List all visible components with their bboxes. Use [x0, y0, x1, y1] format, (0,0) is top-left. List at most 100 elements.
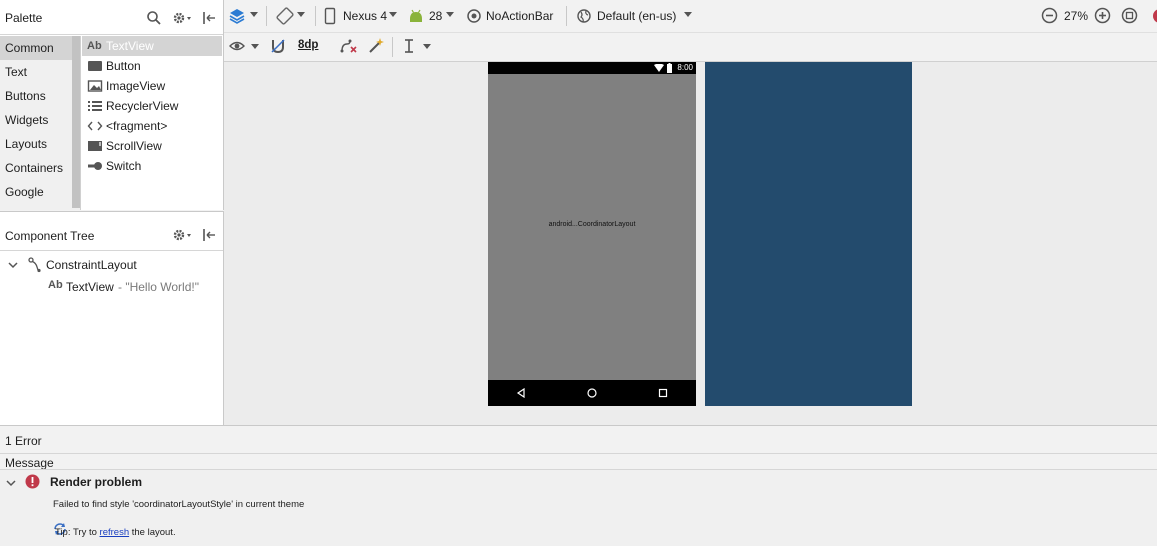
wifi-icon — [654, 64, 664, 72]
issues-panel: 1 Error Message Render problem Failed to… — [0, 425, 1157, 546]
toolbar-separator — [266, 6, 267, 26]
list-icon — [87, 99, 103, 113]
toolbar-separator — [315, 6, 316, 26]
tree-node-label: ConstraintLayout — [46, 258, 137, 272]
tree-node-constraintlayout[interactable]: ConstraintLayout — [0, 255, 222, 275]
palette-widget-list: Ab TextView Button ImageView RecyclerVie… — [82, 36, 222, 210]
component-tree-header: Component Tree — [0, 211, 223, 251]
caret-down-icon[interactable] — [389, 12, 397, 18]
palette-panel: Palette Common Text Buttons Widgets Layo… — [0, 0, 224, 210]
widget-recyclerview[interactable]: RecyclerView — [82, 96, 222, 116]
error-row[interactable]: Render problem Failed to find style 'coo… — [0, 469, 1157, 546]
home-icon — [587, 388, 597, 398]
palette-category-list: Common Text Buttons Widgets Layouts Cont… — [0, 36, 81, 210]
zoom-level: 27% — [1064, 9, 1089, 23]
tip-suffix: the layout. — [129, 527, 176, 538]
widget-switch[interactable]: Switch — [82, 156, 222, 176]
caret-down-icon[interactable] — [297, 12, 305, 18]
battery-icon — [667, 63, 672, 73]
tree-node-detail: - "Hello World!" — [118, 280, 199, 294]
tree-node-label: TextView — [66, 280, 114, 294]
text-baseline-icon[interactable] — [403, 38, 415, 54]
magnet-off-icon[interactable] — [270, 38, 286, 54]
refresh-link[interactable]: refresh — [100, 527, 130, 538]
palette-header: Palette — [0, 0, 223, 35]
widget-button[interactable]: Button — [82, 56, 222, 76]
button-icon — [87, 59, 103, 73]
category-common[interactable]: Common — [0, 36, 80, 60]
hide-panel-icon[interactable] — [201, 227, 217, 243]
caret-down-icon[interactable] — [684, 12, 692, 18]
clear-constraints-icon[interactable] — [340, 38, 358, 54]
zoom-out-icon[interactable] — [1041, 7, 1058, 24]
preview-layout-text: android...CoordinatorLayout — [548, 221, 636, 228]
device-preview[interactable]: 8:00 android...CoordinatorLayout — [488, 62, 696, 406]
device-icon[interactable] — [324, 7, 336, 25]
api-level-selector[interactable]: 28 — [429, 9, 442, 23]
caret-down-icon[interactable] — [423, 44, 431, 50]
error-title: Render problem — [50, 475, 143, 489]
eye-icon[interactable] — [229, 39, 245, 53]
code-icon — [87, 119, 103, 133]
toolbar-separator — [392, 37, 393, 57]
constraint-toolbar: 8dp — [224, 33, 1157, 62]
widget-scrollview[interactable]: ScrollView — [82, 136, 222, 156]
ab-icon: Ab — [87, 40, 102, 52]
theme-icon[interactable] — [466, 8, 482, 24]
tree-node-textview[interactable]: Ab TextView - "Hello World!" — [0, 276, 222, 296]
category-google[interactable]: Google — [0, 180, 80, 204]
caret-down-icon[interactable] — [251, 44, 259, 50]
toolbar-separator — [566, 6, 567, 26]
phone-clock: 8:00 — [677, 63, 693, 72]
widget-label: Switch — [106, 159, 142, 173]
error-icon — [25, 474, 40, 489]
error-indicator-icon[interactable] — [1152, 8, 1157, 24]
image-icon — [87, 79, 103, 93]
back-icon — [516, 388, 526, 398]
caret-down-icon[interactable] — [250, 12, 258, 18]
gear-icon[interactable] — [172, 10, 192, 26]
caret-down-icon[interactable] — [446, 12, 454, 18]
gear-icon[interactable] — [172, 227, 192, 243]
category-layouts[interactable]: Layouts — [0, 132, 80, 156]
blueprint-preview[interactable] — [705, 62, 912, 406]
widget-label: RecyclerView — [106, 99, 179, 113]
chevron-down-icon[interactable] — [7, 259, 19, 271]
widget-fragment[interactable]: <fragment> — [82, 116, 222, 136]
android-icon[interactable] — [408, 9, 424, 23]
widget-label: TextView — [106, 39, 154, 53]
scrollview-icon — [87, 139, 103, 153]
zoom-fit-icon[interactable] — [1121, 7, 1138, 24]
component-tree-title: Component Tree — [5, 229, 95, 243]
widget-label: ImageView — [106, 79, 166, 93]
device-selector[interactable]: Nexus 4 — [343, 9, 387, 23]
hide-panel-icon[interactable] — [201, 10, 217, 26]
globe-icon[interactable] — [576, 8, 592, 24]
magic-wand-icon[interactable] — [367, 37, 385, 55]
chevron-down-icon[interactable] — [5, 477, 17, 489]
category-buttons[interactable]: Buttons — [0, 84, 80, 108]
layers-icon[interactable] — [228, 7, 246, 25]
switch-icon — [87, 159, 103, 173]
orientation-icon[interactable] — [276, 7, 294, 25]
tip-prefix: Tip: Try to — [55, 527, 100, 538]
zoom-in-icon[interactable] — [1094, 7, 1111, 24]
widget-label: <fragment> — [106, 119, 168, 133]
category-widgets[interactable]: Widgets — [0, 108, 80, 132]
widget-imageview[interactable]: ImageView — [82, 76, 222, 96]
widget-label: Button — [106, 59, 141, 73]
design-toolbar: Nexus 4 28 NoActionBar Default (en-us) 2… — [224, 0, 1157, 33]
component-tree-panel: Component Tree ConstraintLayout Ab TextV… — [0, 211, 224, 425]
theme-selector[interactable]: NoActionBar — [486, 9, 553, 23]
locale-selector[interactable]: Default (en-us) — [597, 9, 676, 23]
design-canvas[interactable]: 8:00 android...CoordinatorLayout — [224, 62, 1157, 425]
search-icon[interactable] — [146, 10, 162, 26]
category-scrollbar[interactable] — [72, 36, 80, 208]
category-containers[interactable]: Containers — [0, 156, 80, 180]
phone-status-bar: 8:00 — [488, 62, 696, 74]
category-text[interactable]: Text — [0, 60, 80, 84]
widget-textview[interactable]: Ab TextView — [82, 36, 222, 56]
error-count: 1 Error — [5, 434, 42, 448]
default-margin-selector[interactable]: 8dp — [295, 39, 321, 51]
message-header-label: Message — [5, 456, 54, 470]
